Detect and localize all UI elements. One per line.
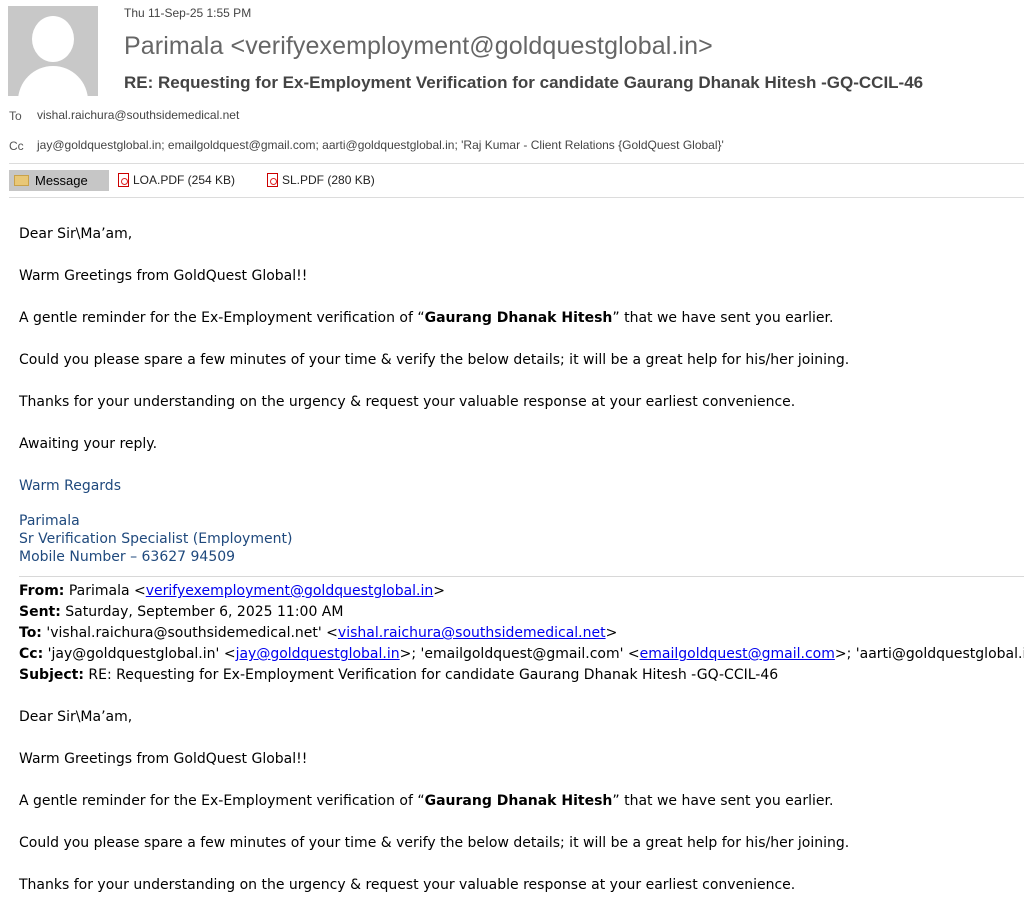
thanks-line: Thanks for your understanding on the urg… bbox=[19, 394, 796, 410]
quoted-sent: Sent: Saturday, September 6, 2025 11:00 … bbox=[19, 604, 344, 620]
attachment-bar: Message LOA.PDF (254 KB) SL.PDF (280 KB) bbox=[0, 169, 1024, 193]
pdf-icon bbox=[118, 173, 129, 187]
attachment-loa[interactable]: LOA.PDF (254 KB) bbox=[118, 173, 235, 187]
quoted-candidate-name: Gaurang Dhanak Hitesh bbox=[424, 793, 613, 809]
quoted-cc-email-link[interactable]: emailgoldquest@gmail.com bbox=[640, 646, 835, 662]
cc-label: Cc bbox=[9, 139, 24, 153]
quoted-thanks-line: Thanks for your understanding on the urg… bbox=[19, 877, 796, 893]
message-body: Dear Sir\Ma’am, Warm Greetings from Gold… bbox=[19, 224, 1024, 896]
request-line: Could you please spare a few minutes of … bbox=[19, 352, 850, 368]
sender-avatar bbox=[8, 6, 98, 96]
quoted-from: From: Parimala <verifyexemployment@goldq… bbox=[19, 583, 446, 599]
avatar-shoulders-shape bbox=[18, 66, 88, 96]
quoted-request-line: Could you please spare a few minutes of … bbox=[19, 835, 850, 851]
attachment-sl[interactable]: SL.PDF (280 KB) bbox=[267, 173, 375, 187]
candidate-name: Gaurang Dhanak Hitesh bbox=[424, 310, 613, 326]
sender-name[interactable]: Parimala <verifyexemployment@goldquestgl… bbox=[124, 32, 713, 61]
quoted-to-email-link[interactable]: vishal.raichura@southsidemedical.net bbox=[338, 625, 606, 641]
pdf-icon bbox=[267, 173, 278, 187]
quoted-greeting-line: Warm Greetings from GoldQuest Global!! bbox=[19, 751, 308, 767]
quoted-greeting: Dear Sir\Ma’am, bbox=[19, 709, 133, 725]
header-divider bbox=[9, 163, 1024, 164]
quoted-cc: Cc: 'jay@goldquestglobal.in' <jay@goldqu… bbox=[19, 646, 1024, 662]
greeting-line: Warm Greetings from GoldQuest Global!! bbox=[19, 268, 308, 284]
attachment-label: SL.PDF (280 KB) bbox=[282, 173, 375, 187]
to-recipients[interactable]: vishal.raichura@southsidemedical.net bbox=[37, 108, 239, 122]
message-tab-label: Message bbox=[35, 173, 88, 188]
quoted-from-email-link[interactable]: verifyexemployment@goldquestglobal.in bbox=[146, 583, 434, 599]
message-tab[interactable]: Message bbox=[9, 170, 109, 191]
reminder-line: A gentle reminder for the Ex-Employment … bbox=[19, 310, 834, 326]
signature-title: Sr Verification Specialist (Employment) bbox=[19, 531, 293, 547]
to-label: To bbox=[9, 109, 22, 123]
attachment-label: LOA.PDF (254 KB) bbox=[133, 173, 236, 187]
awaiting-line: Awaiting your reply. bbox=[19, 436, 158, 452]
signature-mobile: Mobile Number – 63627 94509 bbox=[19, 549, 236, 565]
message-subject: RE: Requesting for Ex-Employment Verific… bbox=[124, 73, 924, 92]
quoted-cc-email-link[interactable]: jay@goldquestglobal.in bbox=[236, 646, 400, 662]
quoted-to: To: 'vishal.raichura@southsidemedical.ne… bbox=[19, 625, 618, 641]
cc-recipients[interactable]: jay@goldquestglobal.in; emailgoldquest@g… bbox=[37, 138, 724, 152]
quoted-subject: Subject: RE: Requesting for Ex-Employmen… bbox=[19, 667, 779, 683]
message-date: Thu 11-Sep-25 1:55 PM bbox=[124, 6, 252, 20]
signature-name: Parimala bbox=[19, 513, 80, 529]
greeting: Dear Sir\Ma’am, bbox=[19, 226, 133, 242]
quoted-separator bbox=[19, 576, 1024, 577]
attachment-divider bbox=[9, 197, 1024, 198]
avatar-head-shape bbox=[32, 16, 74, 62]
envelope-icon bbox=[14, 175, 29, 186]
signature-regards: Warm Regards bbox=[19, 478, 121, 494]
quoted-reminder-line: A gentle reminder for the Ex-Employment … bbox=[19, 793, 834, 809]
